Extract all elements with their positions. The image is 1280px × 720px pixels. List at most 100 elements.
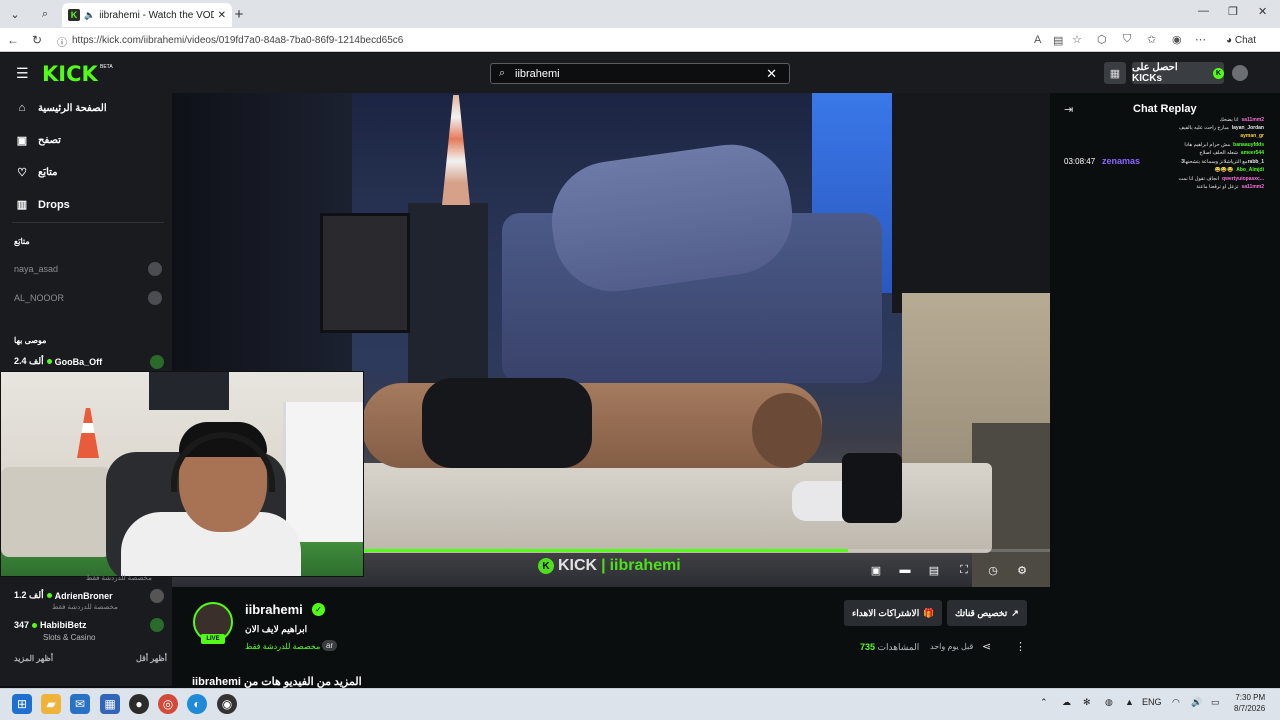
sidebar-item-home[interactable]: ⌂ الصفحة الرئيسية (16, 102, 107, 114)
sidebar-channel-live[interactable]: 347 HabibiBetz (14, 618, 164, 632)
miniplayer-icon[interactable]: ▣ (867, 564, 885, 580)
favorites-icon[interactable]: ✩ (1147, 33, 1156, 46)
chat-username[interactable]: sa11mm2 (1241, 117, 1264, 123)
menu-icon[interactable]: ☰ (16, 65, 29, 82)
watermark-separator: | (601, 557, 606, 574)
close-tab-icon[interactable]: ✕ (218, 10, 226, 21)
customize-channel-button[interactable]: تخصيص قناتك ↗ (947, 600, 1027, 626)
edge-icon[interactable]: ◐ (187, 694, 207, 714)
video-frame-content (422, 378, 592, 468)
views-label: المشاهدات (877, 642, 920, 652)
channel-name[interactable]: iibrahemi (245, 602, 303, 617)
video-frame-content (892, 93, 1050, 313)
speed-icon[interactable]: ◷ (984, 564, 1002, 580)
start-icon[interactable]: ⊞ (12, 694, 32, 714)
get-kicks-button[interactable]: احصل على KICKs K (1132, 62, 1224, 84)
sidebar-channel-live[interactable]: 1.2 ألف AdrienBroner (14, 588, 164, 603)
chat-username[interactable]: sa11mm2 (1241, 184, 1264, 190)
clip-icon[interactable]: ▤ (925, 564, 943, 580)
chat-username[interactable]: ayman_gr (1240, 133, 1264, 139)
fullscreen-icon[interactable]: ⛶ (955, 564, 973, 580)
shield-icon[interactable]: ⛉ (1123, 33, 1131, 46)
tray-expand-icon[interactable]: ⌃ (1040, 697, 1048, 708)
url-field[interactable]: https://kick.com/iibrahemi/videos/019fd7… (72, 35, 403, 46)
settings-tray-icon[interactable]: ✻ (1083, 697, 1091, 708)
clear-search-icon[interactable]: ✕ (766, 66, 777, 82)
viewer-count: 2.4 ألف (14, 356, 44, 366)
site-info-icon[interactable]: ⓘ (54, 34, 70, 49)
channel-avatar (150, 618, 164, 632)
new-tab-button[interactable]: + (228, 4, 250, 24)
cloud-icon[interactable]: ☁ (1062, 697, 1071, 708)
battery-icon[interactable]: ▭ (1211, 697, 1220, 708)
more-options-icon[interactable]: ⋮ (1015, 640, 1026, 653)
tab-list-icon[interactable]: ⌄ (4, 4, 26, 24)
share-icon[interactable]: ⋖ (982, 640, 991, 653)
video-frame-content (442, 95, 470, 205)
category-link[interactable]: مخصصة للدردشة فقط (245, 642, 320, 651)
layout-toggle-icon[interactable]: ▦ (1104, 62, 1126, 84)
calculator-icon[interactable]: ▦ (100, 694, 120, 714)
chat-message-text: مش حرام ابراهيم هادا (1184, 142, 1231, 148)
chat-timestamp: 03:08:47 (1064, 157, 1096, 166)
chat-title: Chat Replay (1133, 103, 1197, 115)
nvidia-icon[interactable]: ▲ (1125, 697, 1134, 707)
show-more-link[interactable]: أظهر المزيد (14, 654, 53, 663)
sidebar-channel[interactable]: naya_asad (14, 261, 162, 277)
browser-tab-active[interactable]: K 🔈 iibrahemi - Watch the VOD o ✕ (62, 3, 232, 27)
kick-logo[interactable]: KICK (42, 62, 98, 86)
translate-icon[interactable]: A (1034, 34, 1041, 46)
speaker-icon[interactable]: 🔈 (84, 10, 95, 21)
collapse-chat-icon[interactable]: ⇥ (1064, 103, 1073, 116)
sidebar-item-drops[interactable]: ▥ Drops (16, 198, 70, 212)
chat-username[interactable]: qwertyuiopasxc... (1222, 176, 1264, 182)
search-input[interactable]: ⌕ iibrahemi ✕ (490, 63, 790, 84)
file-explorer-icon[interactable]: ▰ (41, 694, 61, 714)
minimize-icon[interactable]: — (1198, 5, 1209, 17)
kick-logo-icon: K (538, 558, 554, 574)
theater-icon[interactable]: ▬ (896, 564, 914, 580)
extensions-icon[interactable]: ⬡ (1097, 33, 1107, 46)
chat-username[interactable]: ameer544 (1241, 150, 1264, 156)
wifi-icon[interactable]: ◠ (1172, 697, 1180, 708)
view-count: 735 المشاهدات (860, 642, 919, 653)
reload-icon[interactable]: ↻ (29, 33, 45, 47)
chat-username[interactable]: layan_Jordan (1232, 125, 1264, 131)
search-tabs-icon[interactable]: ⌕ (34, 4, 56, 24)
chat-username[interactable]: Abo_Almjdi (1236, 167, 1264, 173)
chat-message-text: انا بضحك (1219, 117, 1239, 123)
back-icon[interactable]: ← (5, 33, 21, 47)
kicks-coin-icon: K (1213, 67, 1224, 79)
sidebar-channel[interactable]: AL_NOOOR (14, 290, 162, 306)
favorite-star-icon[interactable]: ☆ (1072, 33, 1082, 46)
chat-highlight-user[interactable]: zenamas (1102, 156, 1140, 166)
sidebar-item-following[interactable]: ♡ متابَع (16, 166, 57, 179)
app-tray-icon[interactable]: ◍ (1105, 697, 1113, 708)
more-icon[interactable]: ⋯ (1195, 33, 1206, 46)
language-tag[interactable]: ar (322, 640, 338, 651)
language-indicator[interactable]: ENG (1142, 697, 1162, 707)
settings-icon[interactable]: ⚙ (1013, 564, 1031, 580)
restore-icon[interactable]: ❐ (1228, 5, 1238, 18)
app-icon[interactable]: ◉ (217, 694, 237, 714)
show-less-link[interactable]: أظهر أقل (136, 654, 167, 663)
close-window-icon[interactable]: ✕ (1258, 5, 1267, 18)
sidebar-item-browse[interactable]: ▣ تصفح (16, 134, 61, 147)
channel-name: AdrienBroner (54, 590, 113, 601)
clock[interactable]: 7:30 PM 8/7/2026 (1234, 692, 1265, 714)
profile-icon[interactable]: ◉ (1172, 33, 1182, 46)
outlook-icon[interactable]: ✉ (70, 694, 90, 714)
channel-avatar (150, 588, 164, 603)
gift-subscriptions-button[interactable]: الاشتراكات الاهداء 🎁 (844, 600, 943, 626)
reader-icon[interactable]: ▤ (1053, 34, 1063, 47)
avatar[interactable] (1232, 65, 1248, 81)
chat-message: 😂😂😂 Abo_Almjdi (1064, 167, 1264, 176)
chat-username[interactable]: banaauyfdds (1233, 142, 1264, 148)
sidebar-channel-live[interactable]: 2.4 ألف GooBa_Off (14, 354, 164, 369)
sidebar-item-label: الصفحة الرئيسية (38, 102, 107, 114)
chrome-icon[interactable]: ◎ (158, 694, 178, 714)
obs-icon[interactable]: ● (129, 694, 149, 714)
video-frame-content (752, 393, 822, 468)
copilot-chat-button[interactable]: ◕ Chat (1226, 35, 1256, 46)
volume-icon[interactable]: 🔊 (1191, 697, 1202, 708)
